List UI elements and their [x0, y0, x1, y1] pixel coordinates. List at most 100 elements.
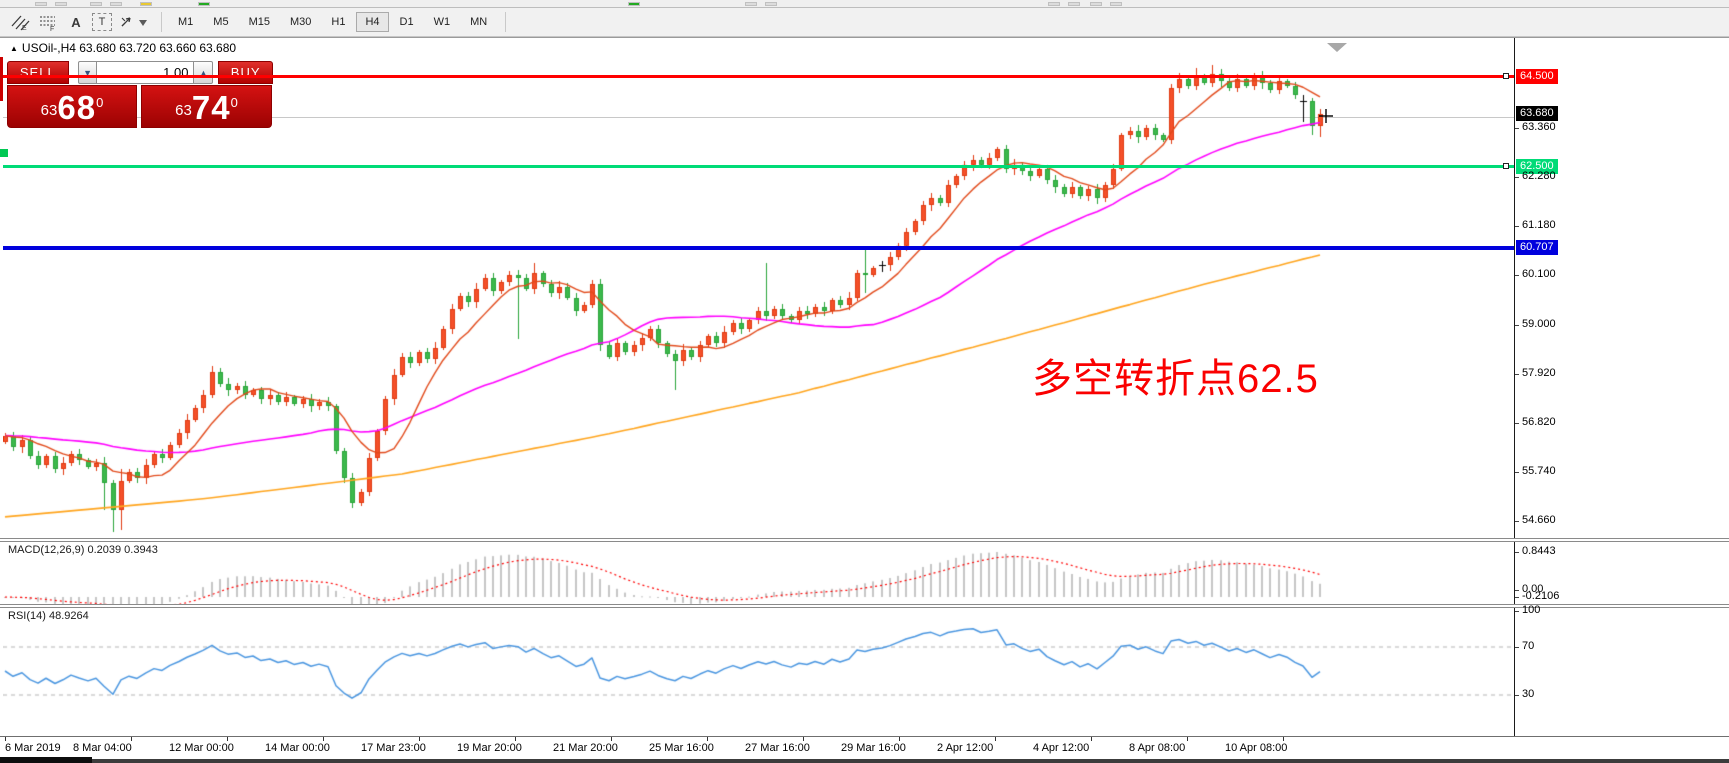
time-axis-label: 12 Mar 00:00 [169, 742, 234, 754]
time-axis-label: 8 Apr 08:00 [1129, 742, 1185, 754]
time-axis-label: 25 Mar 16:00 [649, 742, 714, 754]
cropped-toolbar-item [1090, 2, 1102, 6]
sell-button[interactable]: SELL [7, 61, 69, 84]
panel-separator[interactable] [0, 538, 1729, 542]
sell-price-sup: 0 [96, 88, 103, 118]
macd-scale-tick [1515, 590, 1519, 591]
timeframe-button-mn[interactable]: MN [461, 12, 496, 32]
rsi-label: RSI(14) 48.9264 [8, 610, 89, 622]
cropped-toolbar-item [110, 2, 122, 6]
text-label-icon[interactable]: A [64, 11, 88, 33]
rsi-scale-tick [1515, 611, 1519, 612]
time-axis-label: 27 Mar 16:00 [745, 742, 810, 754]
price-tick [1515, 325, 1519, 326]
time-axis-tick [1283, 737, 1284, 741]
horizontal-line-64.500[interactable] [3, 75, 1514, 78]
time-axis-label: 8 Mar 04:00 [73, 742, 132, 754]
timeframe-button-m15[interactable]: M15 [240, 12, 279, 32]
window-bottom-edge-dark [0, 757, 92, 763]
cropped-toolbar-item [35, 2, 47, 6]
volume-increase-button[interactable]: ▲ [193, 61, 213, 84]
buy-price-display[interactable]: 63 74 0 [141, 85, 272, 128]
time-axis-label: 14 Mar 00:00 [265, 742, 330, 754]
cropped-toolbar-item [90, 2, 102, 6]
timeframe-button-d1[interactable]: D1 [391, 12, 423, 32]
timeframe-button-h1[interactable]: H1 [322, 12, 354, 32]
horizontal-line-62.500[interactable] [3, 165, 1514, 168]
current-bid-badge: 63.680 [1516, 106, 1558, 121]
svg-text:F: F [50, 26, 54, 31]
cropped-toolbar-item [55, 2, 67, 6]
cropped-toolbar-item [628, 2, 640, 6]
timeframe-button-w1[interactable]: W1 [425, 12, 460, 32]
line-handle[interactable] [1503, 73, 1509, 79]
time-axis-tick [803, 737, 804, 741]
buy-price-prefix: 63 [175, 98, 192, 124]
time-axis-label: 2 Apr 12:00 [937, 742, 993, 754]
price-tick-label: 63.360 [1522, 121, 1556, 133]
price-tick-label: 62.280 [1522, 170, 1556, 182]
toolbar-separator [505, 12, 506, 32]
timeframe-button-h4[interactable]: H4 [356, 12, 388, 32]
time-axis-label: 17 Mar 23:00 [361, 742, 426, 754]
annotation-text[interactable]: 多空转折点62.5 [1032, 346, 1319, 404]
sell-price-prefix: 63 [41, 98, 58, 124]
macd-scale-tick [1515, 597, 1519, 598]
toolbar-separator [161, 12, 162, 32]
timeframe-button-m5[interactable]: M5 [204, 12, 237, 32]
price-tick [1515, 177, 1519, 178]
time-axis-tick [227, 737, 228, 741]
price-cross-marker [1319, 109, 1333, 123]
price-tick-label: 56.820 [1522, 416, 1556, 428]
fibonacci-retracement-icon[interactable]: F [36, 11, 60, 33]
volume-input[interactable] [97, 61, 193, 84]
line-handle[interactable] [1503, 163, 1509, 169]
macd-scale-tick [1515, 552, 1519, 553]
time-axis-border [0, 736, 1729, 738]
panel-separator[interactable] [0, 604, 1729, 608]
price-tick-label: 61.180 [1522, 219, 1556, 231]
macd-label: MACD(12,26,9) 0.2039 0.3943 [8, 544, 158, 556]
horizontal-line-60.707[interactable] [3, 246, 1514, 250]
time-axis-tick [515, 737, 516, 741]
rsi-scale-tick [1515, 695, 1519, 696]
time-axis-label: 29 Mar 16:00 [841, 742, 906, 754]
timeframe-button-m30[interactable]: M30 [281, 12, 320, 32]
price-line-badge: 60.707 [1516, 240, 1558, 255]
equidistant-channel-icon[interactable]: E [8, 11, 32, 33]
price-tick-label: 59.000 [1522, 318, 1556, 330]
price-tick [1515, 521, 1519, 522]
buy-price-main: 74 [192, 91, 231, 124]
sell-price-display[interactable]: 63 68 0 [7, 85, 137, 128]
time-axis-label: 19 Mar 20:00 [457, 742, 522, 754]
chart-toolbar: E F A T M1M5M15M30H1H4D1W1MN [0, 8, 1729, 37]
time-axis-tick [1091, 737, 1092, 741]
volume-decrease-button[interactable]: ▼ [78, 61, 98, 84]
price-tick [1515, 423, 1519, 424]
time-axis-tick [611, 737, 612, 741]
chart-window-border [0, 37, 1729, 38]
macd-scale-label: 0.8443 [1522, 545, 1556, 557]
chart-shift-marker-icon[interactable] [1327, 43, 1347, 52]
price-tick-label: 60.100 [1522, 268, 1556, 280]
time-axis-label: 6 Mar 2019 [5, 742, 61, 754]
price-tick [1515, 374, 1519, 375]
price-scale-border [1514, 38, 1515, 737]
macd-panel-canvas[interactable] [3, 543, 1514, 605]
window-bottom-edge [0, 759, 1729, 763]
price-tick-label: 57.920 [1522, 367, 1556, 379]
price-tick-label: 54.660 [1522, 514, 1556, 526]
time-axis-tick [707, 737, 708, 741]
rsi-scale-label: 70 [1522, 640, 1534, 652]
object-anchor-mark [0, 149, 8, 157]
time-axis-tick [5, 737, 6, 741]
text-box-icon[interactable]: T [92, 13, 112, 31]
rsi-panel-canvas[interactable] [3, 609, 1514, 736]
arrows-shapes-icon[interactable] [116, 11, 150, 33]
price-line-badge: 64.500 [1516, 69, 1558, 84]
buy-button[interactable]: BUY [218, 61, 273, 84]
price-tick [1515, 128, 1519, 129]
cropped-toolbar-item [140, 2, 152, 6]
time-axis-tick [419, 737, 420, 741]
timeframe-button-m1[interactable]: M1 [169, 12, 202, 32]
